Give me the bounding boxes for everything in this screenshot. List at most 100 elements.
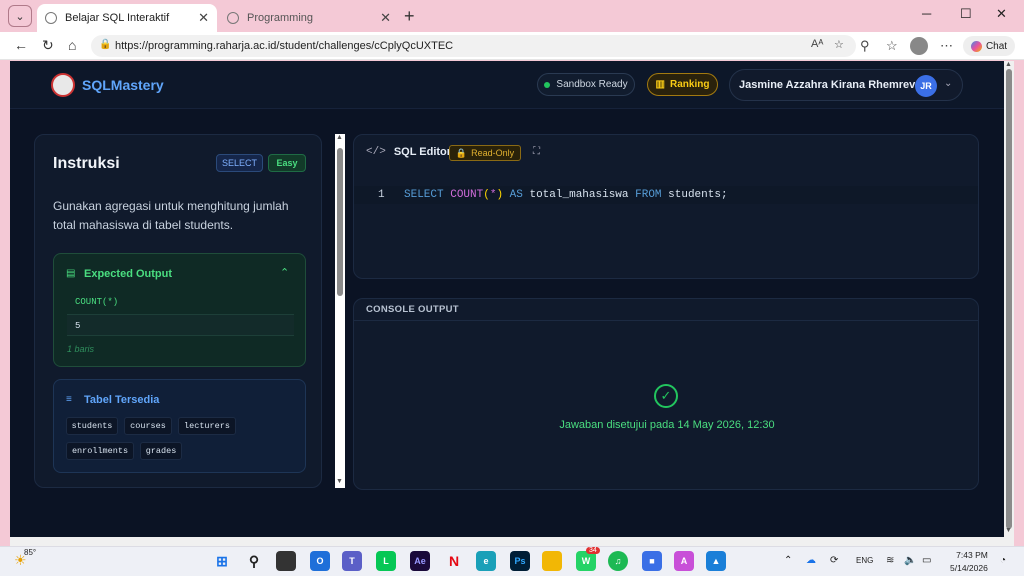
available-tables-title: Tabel Tersedia — [84, 394, 160, 406]
code-icon: </> — [366, 146, 386, 158]
url-text: https://programming.raharja.ac.id/studen… — [115, 40, 454, 52]
query-type-tag: SELECT — [216, 154, 263, 172]
profile-icon[interactable] — [910, 37, 928, 55]
browser-tab-active[interactable]: Belajar SQL Interaktif ✕ — [37, 4, 217, 32]
user-menu[interactable]: Jasmine Azzahra Kirana Rhemrev JR ⌄ — [729, 69, 963, 101]
file-explorer-icon[interactable] — [542, 551, 562, 571]
code-line[interactable]: 1 SELECT COUNT(*) AS total_mahasiswa FRO… — [354, 186, 978, 204]
read-aloud-icon[interactable]: Aᴬ — [811, 38, 823, 50]
clock-date: 5/14/2026 — [950, 563, 988, 573]
system-clock[interactable]: 7:43 PM 5/14/2026 — [950, 549, 988, 575]
chevron-up-icon[interactable]: ⌃ — [280, 266, 289, 279]
row-count: 1 baris — [67, 344, 95, 354]
table-chip[interactable]: grades — [140, 442, 182, 460]
horizontal-scrollbar[interactable] — [10, 537, 1004, 546]
alias: total_mahasiswa — [529, 189, 629, 201]
onedrive-icon[interactable]: ☁ — [806, 555, 816, 566]
brand-name[interactable]: SQLMastery — [82, 77, 164, 93]
edge-icon[interactable]: e — [476, 551, 496, 571]
more-icon[interactable]: ⋯ — [940, 38, 953, 54]
expected-output-card: ▤ Expected Output ⌃ COUNT(*) 5 1 baris — [53, 253, 306, 367]
expected-output-title: Expected Output — [84, 268, 173, 280]
teams-icon[interactable]: T — [342, 551, 362, 571]
volume-icon[interactable]: 🔈 — [904, 555, 916, 566]
check-circle-icon: ✓ — [654, 384, 678, 408]
arc-icon[interactable]: A — [674, 551, 694, 571]
temperature: 85° — [24, 548, 37, 557]
netflix-icon[interactable]: N — [444, 551, 464, 571]
after-effects-icon[interactable]: Ae — [410, 551, 430, 571]
tab-title: Programming — [247, 12, 314, 24]
clock-time: 7:43 PM — [956, 550, 988, 560]
spotify-icon[interactable]: ♫ — [608, 551, 628, 571]
new-tab-icon[interactable]: + — [404, 6, 415, 27]
scroll-down-icon[interactable]: ▼ — [1005, 527, 1012, 534]
chevron-down-icon: ⌄ — [944, 78, 953, 89]
extensions-icon[interactable]: ⚲ — [860, 38, 870, 54]
task-view-icon[interactable] — [276, 551, 296, 571]
paren-open: ( — [483, 189, 490, 201]
home-icon[interactable]: ⌂ — [68, 37, 76, 53]
sql-editor-panel: </> SQL Editor 🔒 Read-Only ⛶ 1 SELECT COUN… — [353, 134, 979, 279]
copilot-chat-button[interactable]: Chat — [963, 36, 1015, 56]
start-icon[interactable]: ⊞ — [212, 551, 232, 571]
chevron-up-icon[interactable]: ⌃ — [784, 555, 792, 566]
collections-icon[interactable]: ☆ — [886, 38, 898, 54]
read-only-label: Read-Only — [471, 148, 515, 158]
table-chip[interactable]: students — [66, 417, 118, 435]
language-indicator[interactable]: ENG — [856, 556, 873, 565]
photos-icon[interactable]: ▲ — [706, 551, 726, 571]
browser-tab-inactive[interactable]: Programming ✕ — [219, 4, 399, 32]
copilot-icon — [970, 40, 982, 52]
chart-icon: ▥ — [655, 79, 665, 90]
address-bar-row: ← ↻ ⌂ 🔒 https://programming.raharja.ac.i… — [0, 32, 1024, 60]
close-tab-icon[interactable]: ✕ — [380, 10, 391, 26]
panel-scrollbar[interactable]: ▲ ▼ — [335, 134, 345, 488]
scrollbar-thumb[interactable] — [337, 148, 343, 296]
status-dot-icon — [544, 81, 551, 88]
whatsapp-icon[interactable]: W — [576, 551, 596, 571]
table-name: students; — [668, 189, 728, 201]
sync-icon[interactable]: ⟳ — [830, 555, 838, 566]
search-icon[interactable]: ⚲ — [244, 551, 264, 571]
table-chip[interactable]: courses — [124, 417, 172, 435]
scroll-up-icon[interactable]: ▲ — [1005, 61, 1012, 68]
lock-icon: 🔒 — [455, 147, 468, 158]
maximize-icon[interactable]: ☐ — [960, 6, 972, 22]
tab-actions-menu[interactable]: ⌄ — [8, 5, 32, 27]
url-field[interactable]: 🔒 https://programming.raharja.ac.id/stud… — [91, 35, 856, 57]
table-chip[interactable]: lecturers — [178, 417, 236, 435]
scroll-up-icon[interactable]: ▲ — [336, 134, 343, 141]
scroll-down-icon[interactable]: ▼ — [336, 478, 343, 485]
notification-icon[interactable]: ◔ — [1000, 555, 1006, 566]
minimize-icon[interactable]: ─ — [922, 6, 931, 21]
sandbox-status-badge: Sandbox Ready — [537, 73, 635, 96]
outlook-icon[interactable]: O — [310, 551, 330, 571]
photoshop-icon[interactable]: Ps — [510, 551, 530, 571]
line-app-icon[interactable]: L — [376, 551, 396, 571]
paren-close: ) — [496, 189, 504, 201]
ranking-label: Ranking — [670, 79, 710, 90]
difficulty-tag: Easy — [268, 154, 306, 172]
app-icon[interactable]: ■ — [642, 551, 662, 571]
close-tab-icon[interactable]: ✕ — [198, 10, 209, 26]
table-chip[interactable]: enrollments — [66, 442, 134, 460]
sql-editor-header: </> SQL Editor — [366, 146, 451, 158]
university-logo-icon — [51, 73, 75, 97]
clipboard-icon: ▤ — [66, 268, 76, 279]
refresh-icon[interactable]: ↻ — [42, 37, 54, 54]
tab-favicon-icon — [227, 12, 239, 24]
battery-icon[interactable]: ▭ — [922, 555, 931, 566]
chevron-down-icon: ⌄ — [15, 10, 25, 23]
sql-editor-title: SQL Editor — [393, 146, 452, 158]
favorite-icon[interactable]: ☆ — [834, 38, 844, 51]
fullscreen-icon[interactable]: ⛶ — [533, 146, 540, 157]
close-window-icon[interactable]: ✕ — [996, 6, 1007, 22]
user-avatar: JR — [915, 75, 937, 97]
page-scrollbar[interactable]: ▲ ▼ — [1004, 61, 1014, 546]
ranking-button[interactable]: ▥ Ranking — [647, 73, 718, 96]
scrollbar-thumb[interactable] — [1006, 69, 1012, 529]
wifi-icon[interactable]: ≋ — [886, 555, 894, 566]
back-icon[interactable]: ← — [14, 37, 28, 53]
tab-favicon-icon — [45, 12, 57, 24]
